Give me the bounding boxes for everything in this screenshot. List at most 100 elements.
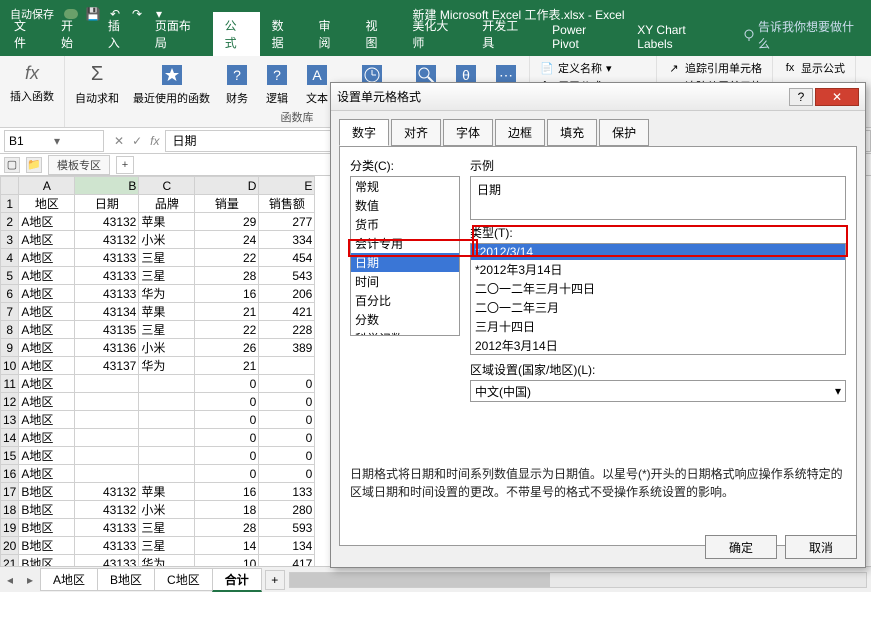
sheet-tab[interactable]: B地区	[97, 568, 155, 591]
insert-function-button[interactable]: fx 插入函数	[6, 58, 58, 106]
show-formulas-button[interactable]: fx显示公式	[783, 60, 845, 76]
type-item[interactable]: 二〇一二年三月十四日	[471, 279, 845, 298]
row-header[interactable]: 8	[1, 321, 19, 339]
category-item[interactable]: 科学记数	[351, 329, 459, 336]
financial-button[interactable]: ?财务	[220, 60, 254, 108]
type-item[interactable]: 2012年3月14日	[471, 336, 845, 355]
sample-label: 示例	[470, 157, 846, 174]
row-header[interactable]: 16	[1, 465, 19, 483]
row-header[interactable]: 9	[1, 339, 19, 357]
autosum-button[interactable]: Σ自动求和	[71, 60, 123, 108]
scrollbar-thumb[interactable]	[290, 573, 550, 587]
trace-prec-icon: ↗	[667, 61, 681, 75]
format-cells-dialog: 设置单元格格式 ? ✕ 数字 对齐 字体 边框 填充 保护 分类(C): 常规数…	[330, 82, 866, 568]
new-sheet-button[interactable]: +	[265, 570, 285, 590]
category-item[interactable]: 分数	[351, 310, 459, 329]
sheet-nav-prev[interactable]: ◂	[0, 573, 20, 587]
tab-file[interactable]: 文件	[2, 12, 49, 56]
row-header[interactable]: 20	[1, 537, 19, 555]
type-item[interactable]: *2012/3/14	[471, 244, 845, 260]
category-item[interactable]: 日期	[351, 253, 459, 272]
tab-developer[interactable]: 开发工具	[470, 12, 540, 56]
category-item[interactable]: 数值	[351, 196, 459, 215]
select-all[interactable]	[1, 177, 19, 195]
type-item[interactable]: 三月十四日	[471, 317, 845, 336]
new-icon[interactable]: ▢	[4, 157, 20, 173]
ok-button[interactable]: 确定	[705, 535, 777, 559]
worksheet-grid[interactable]: A B C D E 1 地区 日期 品牌 销量 销售额 2A地区43132苹果2…	[0, 176, 315, 592]
tab-powerpivot[interactable]: Power Pivot	[540, 18, 625, 56]
define-name-button[interactable]: 📄定义名称▾	[540, 60, 646, 76]
dialog-tab-border[interactable]: 边框	[495, 119, 545, 146]
group-insertfn: fx 插入函数	[0, 56, 65, 127]
fx-icon[interactable]: fx	[150, 134, 159, 148]
sample-box: 日期	[470, 176, 846, 220]
row-header[interactable]: 14	[1, 429, 19, 447]
row-header[interactable]: 3	[1, 231, 19, 249]
horizontal-scrollbar[interactable]	[289, 572, 867, 588]
dialog-tab-number[interactable]: 数字	[339, 119, 389, 146]
tab-view[interactable]: 视图	[353, 12, 400, 56]
template-add-button[interactable]: +	[116, 156, 134, 174]
row-header[interactable]: 1	[1, 195, 19, 213]
cancel-fx-icon[interactable]: ✕	[114, 134, 124, 148]
col-header[interactable]: A	[19, 177, 75, 195]
category-item[interactable]: 货币	[351, 215, 459, 234]
row-header[interactable]: 6	[1, 285, 19, 303]
tab-formulas[interactable]: 公式	[213, 12, 260, 56]
sheet-tab[interactable]: A地区	[40, 568, 98, 591]
type-listbox[interactable]: *2012/3/14*2012年3月14日二〇一二年三月十四日二〇一二年三月三月…	[470, 243, 846, 355]
row-header[interactable]: 19	[1, 519, 19, 537]
close-button[interactable]: ✕	[815, 88, 859, 106]
row-header[interactable]: 18	[1, 501, 19, 519]
row-header[interactable]: 10	[1, 357, 19, 375]
trace-precedents-button[interactable]: ↗追踪引用单元格	[667, 60, 762, 76]
name-box[interactable]: B1▾	[4, 130, 104, 152]
col-header[interactable]: B	[75, 177, 139, 195]
row-header[interactable]: 13	[1, 411, 19, 429]
tab-review[interactable]: 审阅	[307, 12, 354, 56]
folder-icon[interactable]: 📁	[26, 157, 42, 173]
locale-select[interactable]: 中文(中国)▾	[470, 380, 846, 402]
help-button[interactable]: ?	[789, 88, 813, 106]
tab-xychartlabels[interactable]: XY Chart Labels	[625, 18, 732, 56]
enter-fx-icon[interactable]: ✓	[132, 134, 142, 148]
tab-insert[interactable]: 插入	[96, 12, 143, 56]
category-listbox[interactable]: 常规数值货币会计专用日期时间百分比分数科学记数文本特殊自定义	[350, 176, 460, 336]
category-item[interactable]: 会计专用	[351, 234, 459, 253]
col-header[interactable]: D	[195, 177, 259, 195]
dialog-tab-fill[interactable]: 填充	[547, 119, 597, 146]
tab-pagelayout[interactable]: 页面布局	[143, 12, 213, 56]
row-header[interactable]: 2	[1, 213, 19, 231]
dialog-tab-protection[interactable]: 保护	[599, 119, 649, 146]
tab-data[interactable]: 数据	[260, 12, 307, 56]
row-header[interactable]: 4	[1, 249, 19, 267]
category-item[interactable]: 常规	[351, 177, 459, 196]
category-item[interactable]: 时间	[351, 272, 459, 291]
recent-button[interactable]: 最近使用的函数	[129, 60, 214, 108]
sheet-nav-next[interactable]: ▸	[20, 573, 40, 587]
dialog-tab-font[interactable]: 字体	[443, 119, 493, 146]
template-area-button[interactable]: 模板专区	[48, 155, 110, 175]
row-header[interactable]: 17	[1, 483, 19, 501]
row-header[interactable]: 5	[1, 267, 19, 285]
row-header[interactable]: 15	[1, 447, 19, 465]
sheet-tab[interactable]: C地区	[154, 568, 213, 591]
type-item[interactable]: *2012年3月14日	[471, 260, 845, 279]
row-header[interactable]: 11	[1, 375, 19, 393]
dialog-tab-alignment[interactable]: 对齐	[391, 119, 441, 146]
col-header[interactable]: E	[259, 177, 315, 195]
category-item[interactable]: 百分比	[351, 291, 459, 310]
row-header[interactable]: 7	[1, 303, 19, 321]
tab-home[interactable]: 开始	[49, 12, 96, 56]
col-header[interactable]: C	[139, 177, 195, 195]
cancel-button[interactable]: 取消	[785, 535, 857, 559]
tab-beautify[interactable]: 美化大师	[400, 12, 470, 56]
text-button[interactable]: A文本	[300, 60, 334, 108]
row-header[interactable]: 12	[1, 393, 19, 411]
table-row: 14A地区00	[1, 429, 315, 447]
logical-button[interactable]: ?逻辑	[260, 60, 294, 108]
sheet-tab[interactable]: 合计	[212, 568, 262, 592]
type-item[interactable]: 二〇一二年三月	[471, 298, 845, 317]
tell-me-input[interactable]: 告诉我你想要做什么	[733, 14, 871, 56]
